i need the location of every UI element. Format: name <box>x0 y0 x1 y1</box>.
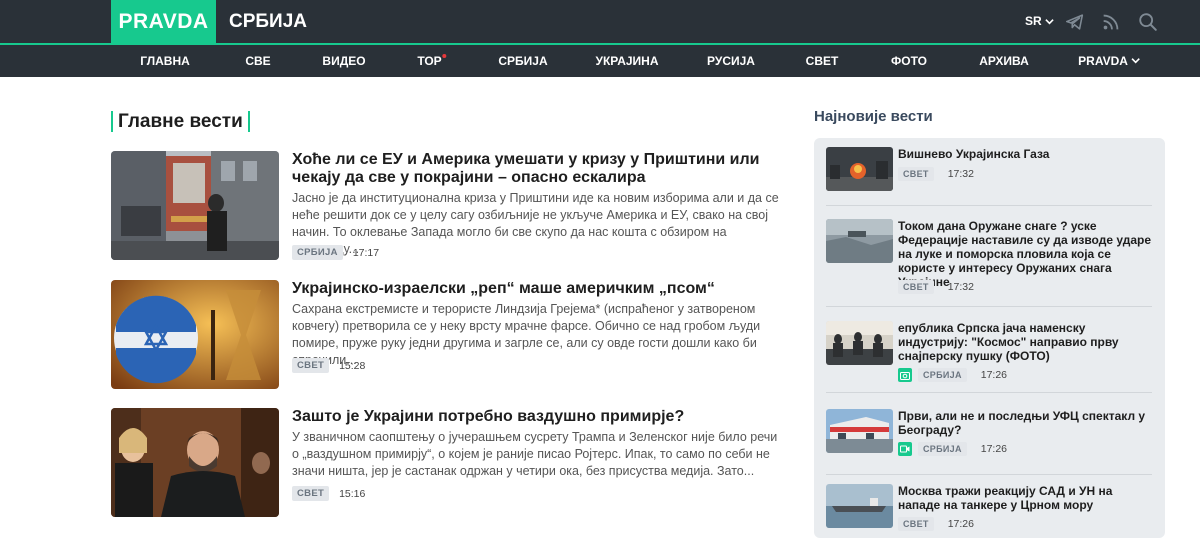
article-excerpt: У званичном саопштењу о јучерашњем сусре… <box>292 430 778 478</box>
news-meta: СРБИЈА 17:26 <box>898 442 1007 456</box>
news-thumbnail[interactable] <box>826 219 893 263</box>
article-time: 17:17 <box>352 246 380 259</box>
news-meta: СВЕТ 17:32 <box>898 280 974 294</box>
news-thumbnail[interactable] <box>826 321 893 365</box>
nav-arhiva[interactable]: АРХИВА <box>979 45 1029 77</box>
nav-top-label: ТОР <box>417 54 442 68</box>
rss-icon[interactable] <box>1100 11 1122 33</box>
nav-rusija[interactable]: РУСИЈА <box>707 45 755 77</box>
news-time: 17:26 <box>947 518 974 530</box>
news-thumbnail[interactable] <box>826 409 893 453</box>
top-bar: PRAVDA СРБИЈА SR <box>0 0 1200 43</box>
nav-foto[interactable]: ФОТО <box>891 45 927 77</box>
video-icon <box>898 442 912 456</box>
search-icon[interactable] <box>1137 11 1159 33</box>
article-card: Украјинско-израелски „реп“ маше амерички… <box>111 280 791 390</box>
article-excerpt: Сахрана екстремисте и терористе Линдзија… <box>292 302 761 367</box>
latest-news-heading: Најновије вести <box>814 108 933 125</box>
news-thumbnail[interactable] <box>826 484 893 528</box>
news-title[interactable]: Током дана Оружане снаге ? уске Федераци… <box>898 219 1153 289</box>
nav-video[interactable]: ВИДЕО <box>322 45 365 77</box>
news-meta: СРБИЈА 17:26 <box>898 368 1007 382</box>
news-time: 17:32 <box>947 168 974 180</box>
news-meta: СВЕТ 17:32 <box>898 167 974 181</box>
section-title[interactable]: СРБИЈА <box>229 0 307 43</box>
nav-glavna[interactable]: ГЛАВНА <box>140 45 190 77</box>
news-time: 17:26 <box>980 443 1008 455</box>
news-title[interactable]: Први, али не и последњи УФЦ спектакл у Б… <box>898 409 1153 437</box>
news-time: 17:26 <box>980 369 1008 381</box>
article-title[interactable]: Хоће ли се ЕУ и Америка умешати у кризу … <box>292 151 782 187</box>
nav-pravda-label: PRAVDA <box>1078 54 1128 68</box>
main-news-heading: Главне вести <box>111 111 250 132</box>
category-tag[interactable]: СВЕТ <box>898 167 934 181</box>
chevron-down-icon <box>1131 58 1140 64</box>
nav-sve[interactable]: СВЕ <box>245 45 270 77</box>
new-indicator-dot <box>442 54 447 58</box>
nav-ukrajina[interactable]: УКРАЈИНА <box>595 45 658 77</box>
telegram-icon[interactable] <box>1064 11 1086 33</box>
nav-svet[interactable]: СВЕТ <box>806 45 839 77</box>
nav-pravda-dropdown[interactable]: PRAVDA <box>1078 45 1140 77</box>
article-title[interactable]: Украјинско-израелски „реп“ маше амерички… <box>292 280 782 298</box>
nav-srbija[interactable]: СРБИЈА <box>498 45 547 77</box>
camera-icon <box>898 368 912 382</box>
news-time: 17:32 <box>947 281 974 293</box>
article-time: 15:16 <box>339 487 366 500</box>
article-card: Зашто је Украјини потребно ваздушно прим… <box>111 408 791 518</box>
article-title[interactable]: Зашто је Украјини потребно ваздушно прим… <box>292 408 782 426</box>
news-title[interactable]: Вишнево Украјинска Газа <box>898 147 1153 161</box>
article-meta: СРБИЈА 17:17 <box>292 245 379 260</box>
nav-top[interactable]: ТОР <box>417 45 447 77</box>
article-card: Хоће ли се ЕУ и Америка умешати у кризу … <box>111 151 791 261</box>
news-title[interactable]: епублика Српска јача наменску индустрију… <box>898 321 1153 363</box>
news-title[interactable]: Москва тражи реакцију САД и УН на нападе… <box>898 484 1153 512</box>
category-tag[interactable]: СВЕТ <box>292 486 330 501</box>
category-tag[interactable]: СРБИЈА <box>918 442 967 456</box>
language-selector[interactable]: SR <box>1025 0 1054 43</box>
article-thumbnail[interactable] <box>111 280 279 389</box>
separator <box>826 306 1152 307</box>
category-tag[interactable]: СВЕТ <box>292 358 330 373</box>
site-logo[interactable]: PRAVDA <box>111 0 216 43</box>
language-label: SR <box>1025 14 1042 28</box>
category-tag[interactable]: СВЕТ <box>898 280 934 294</box>
news-thumbnail[interactable] <box>826 147 893 191</box>
main-nav: ГЛАВНА СВЕ ВИДЕО ТОР СРБИЈА УКРАЈИНА РУС… <box>0 45 1200 77</box>
separator <box>826 392 1152 393</box>
article-thumbnail[interactable] <box>111 151 279 260</box>
separator <box>826 474 1152 475</box>
article-meta: СВЕТ 15:28 <box>292 358 365 373</box>
category-tag[interactable]: СРБИЈА <box>918 368 967 382</box>
separator <box>826 205 1152 206</box>
article-time: 15:28 <box>339 359 366 372</box>
article-meta: СВЕТ 15:16 <box>292 486 365 501</box>
category-tag[interactable]: СРБИЈА <box>292 245 343 260</box>
article-thumbnail[interactable] <box>111 408 279 517</box>
chevron-down-icon <box>1044 19 1054 25</box>
